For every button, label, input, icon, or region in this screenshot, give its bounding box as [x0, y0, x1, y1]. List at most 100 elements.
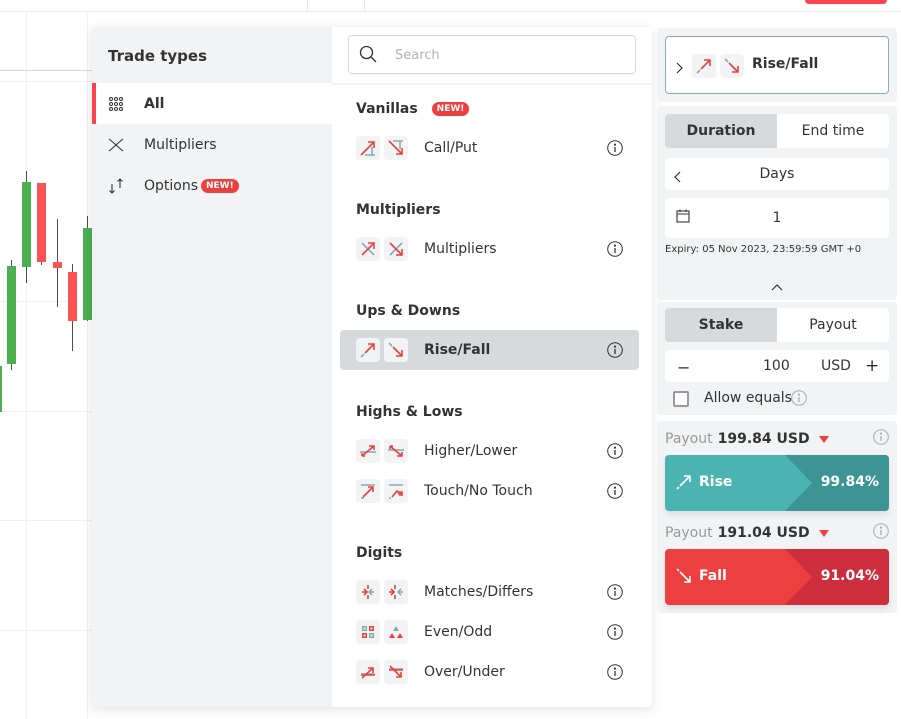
fall-icon	[384, 338, 408, 362]
allow-equals-label: Allow equals	[704, 390, 792, 406]
deposit-button[interactable]	[805, 0, 887, 4]
category-label: Vanillas	[356, 101, 418, 117]
trade-item-label: Touch/No Touch	[424, 483, 533, 499]
lower-icon	[384, 439, 408, 463]
trade-types-dropdown: Trade types All Multipliers Options NEW!…	[92, 27, 652, 707]
sidebar-item-all[interactable]: All	[92, 83, 332, 124]
no-touch-icon	[384, 479, 408, 503]
trade-item-multipliers[interactable]: Multipliers	[340, 229, 639, 269]
purchase-label: Rise	[699, 474, 733, 490]
candle-body	[68, 272, 77, 321]
candle-body	[37, 183, 46, 262]
grid-line	[26, 13, 27, 719]
grid-line	[0, 630, 92, 631]
trade-types-list: Vanillas NEW! Call/Put	[332, 27, 652, 707]
purchase-fall-button[interactable]: Fall 91.04%	[665, 549, 889, 605]
options-icon	[108, 177, 124, 194]
toolbar-divider	[364, 0, 365, 12]
trade-item-rise-fall[interactable]: Rise/Fall	[340, 330, 639, 370]
tab-stake[interactable]: Stake	[665, 308, 777, 342]
trade-item-matches-differs[interactable]: Matches/Differs	[340, 572, 639, 612]
search-box[interactable]	[348, 35, 636, 74]
info-icon[interactable]	[607, 624, 623, 640]
fall-icon	[675, 567, 693, 589]
info-icon[interactable]	[791, 390, 807, 410]
payout-label: Payout	[665, 525, 713, 541]
candle-body	[22, 182, 31, 267]
current-price-line	[0, 70, 92, 71]
contract-type-selector[interactable]: Rise/Fall	[665, 36, 889, 94]
contract-type-section: Rise/Fall	[657, 28, 897, 102]
trade-item-label: Call/Put	[424, 140, 478, 156]
grid-line	[87, 13, 88, 719]
odd-icon	[384, 620, 408, 644]
info-icon[interactable]	[607, 140, 623, 156]
duration-section: Duration End time Days 1 Expiry: 05 Nov …	[657, 106, 897, 300]
info-icon[interactable]	[607, 584, 623, 600]
payout-label: Payout	[665, 431, 713, 447]
purchase-percent: 91.04%	[820, 568, 879, 584]
info-icon[interactable]	[607, 342, 623, 358]
candle-body	[7, 266, 16, 364]
currency-label: USD	[821, 358, 851, 374]
info-icon[interactable]	[873, 429, 889, 445]
trade-item-over-under[interactable]: Over/Under	[340, 652, 639, 692]
allow-equals-checkbox[interactable]	[673, 391, 689, 407]
category-label: Multipliers	[356, 202, 441, 218]
toolbar-divider	[307, 0, 308, 12]
higher-icon	[356, 439, 380, 463]
contract-type-label: Rise/Fall	[752, 56, 819, 72]
info-icon[interactable]	[607, 241, 623, 257]
duration-unit-selector[interactable]: Days	[665, 158, 889, 190]
info-icon[interactable]	[607, 664, 623, 680]
category-title-digits: Digits	[356, 545, 402, 561]
payout-down-indicator-icon	[818, 529, 829, 537]
under-icon	[384, 660, 408, 684]
plus-button[interactable]: +	[865, 356, 879, 376]
candle-body	[0, 366, 2, 412]
trade-item-touch-no-touch[interactable]: Touch/No Touch	[340, 471, 639, 511]
category-title-ups-downs: Ups & Downs	[356, 303, 460, 319]
stake-section: Stake Payout − 100 USD + Allow equals	[657, 302, 897, 415]
top-toolbar	[0, 0, 901, 12]
info-icon[interactable]	[607, 483, 623, 499]
trade-item-even-odd[interactable]: Even/Odd	[340, 612, 639, 652]
multiplier-down-icon	[384, 237, 408, 261]
minus-button[interactable]: −	[677, 358, 690, 377]
fall-icon	[720, 54, 744, 78]
chevron-up-icon[interactable]	[771, 276, 783, 295]
multipliers-icon	[108, 137, 124, 153]
new-badge: NEW!	[201, 178, 239, 193]
info-icon[interactable]	[607, 443, 623, 459]
over-icon	[356, 660, 380, 684]
trade-item-label: Even/Odd	[424, 624, 493, 640]
stake-input[interactable]: − 100 USD +	[665, 350, 889, 382]
trade-item-call-put[interactable]: Call/Put	[340, 128, 639, 168]
payout-value: 191.04 USD	[717, 525, 810, 541]
payout-value: 199.84 USD	[717, 431, 810, 447]
new-badge: NEW!	[431, 102, 470, 116]
tab-end-time[interactable]: End time	[777, 114, 889, 148]
candle-body	[83, 228, 92, 320]
sidebar-item-options[interactable]: Options NEW!	[92, 165, 332, 206]
tab-payout[interactable]: Payout	[777, 308, 889, 342]
sidebar-item-label: Multipliers	[144, 136, 217, 153]
purchase-rise-button[interactable]: Rise 99.84%	[665, 455, 889, 511]
payout-down-indicator-icon	[818, 435, 829, 443]
category-title-vanillas: Vanillas NEW!	[356, 101, 470, 117]
info-icon[interactable]	[873, 523, 889, 539]
sidebar-item-label: All	[144, 95, 165, 112]
sidebar-item-multipliers[interactable]: Multipliers	[92, 124, 332, 165]
stake-toggle: Stake Payout	[665, 308, 889, 342]
trade-item-label: Multipliers	[424, 241, 497, 257]
category-label: Ups & Downs	[356, 303, 461, 319]
tab-duration[interactable]: Duration	[665, 114, 777, 148]
duration-value-field[interactable]: 1	[665, 198, 889, 238]
search-input[interactable]	[395, 44, 625, 66]
trade-item-higher-lower[interactable]: Higher/Lower	[340, 431, 639, 471]
trade-item-label: Higher/Lower	[424, 443, 518, 459]
expiry-text: Expiry: 05 Nov 2023, 23:59:59 GMT +0	[665, 244, 862, 255]
trade-types-title: Trade types	[108, 47, 208, 65]
grid-line	[0, 81, 92, 82]
stake-value: 100	[763, 358, 790, 374]
